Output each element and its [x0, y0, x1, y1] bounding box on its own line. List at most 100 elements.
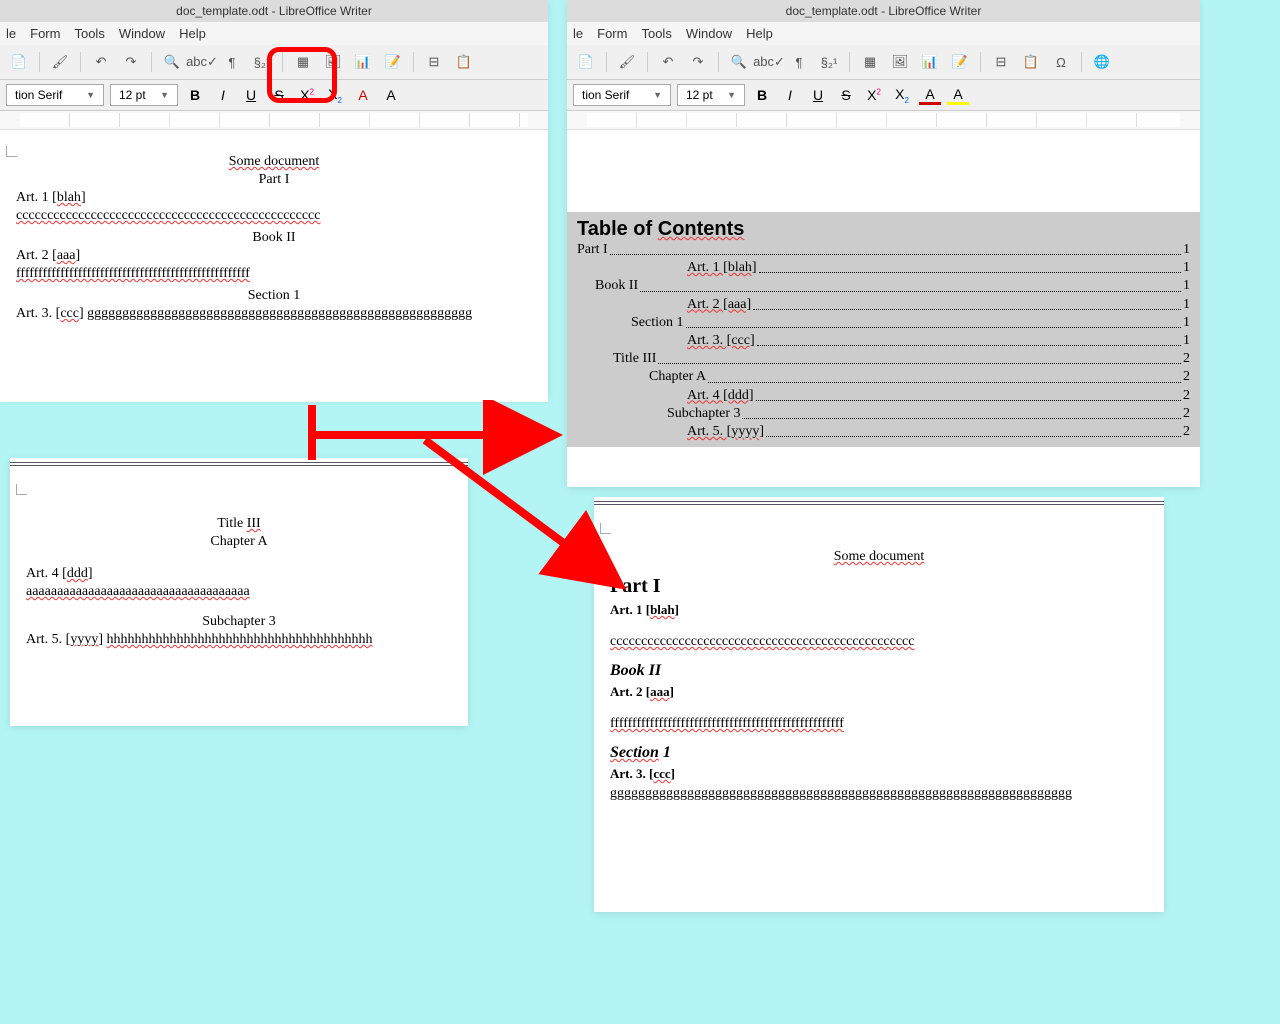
- menu-item[interactable]: Tools: [74, 26, 104, 41]
- menu-item[interactable]: Help: [746, 26, 773, 41]
- textbox-icon[interactable]: 📝: [380, 49, 406, 75]
- field-icon[interactable]: 📋: [1018, 49, 1044, 75]
- hyperlink-icon[interactable]: 🌐: [1089, 49, 1115, 75]
- pagebreak-icon[interactable]: ⊟: [988, 49, 1014, 75]
- chart-icon[interactable]: 📊: [917, 49, 943, 75]
- font-name-input[interactable]: tion Serif▼: [573, 84, 671, 106]
- clone-format-icon[interactable]: 🖌: [47, 49, 73, 75]
- italic-button[interactable]: I: [212, 87, 234, 103]
- menu-item[interactable]: Form: [30, 26, 60, 41]
- heading-book: Book II: [610, 662, 1148, 680]
- heading-part: Part I: [16, 172, 532, 188]
- body-text: aaaaaaaaaaaaaaaaaaaaaaaaaaaaaaaaaaaa: [26, 584, 452, 600]
- subscript-button[interactable]: X2: [891, 86, 913, 105]
- clone-format-icon[interactable]: 🖌: [614, 49, 640, 75]
- underline-button[interactable]: U: [240, 87, 262, 103]
- article: Art. 2 [aaa]: [16, 248, 532, 264]
- font-size-input[interactable]: 12 pt▼: [110, 84, 178, 106]
- document-page: Some document Part I Art. 1 [blah] ccccc…: [594, 517, 1164, 814]
- new-icon[interactable]: 📄: [6, 49, 32, 75]
- toc-entry[interactable]: Chapter A2: [577, 368, 1190, 386]
- article: Art. 1 [blah]: [16, 190, 532, 206]
- superscript-button[interactable]: X2: [863, 87, 885, 103]
- toc-entry[interactable]: Section 11: [577, 314, 1190, 332]
- undo-icon[interactable]: ↶: [88, 49, 114, 75]
- formatting-marks-icon[interactable]: ¶: [786, 49, 812, 75]
- chart-icon[interactable]: 📊: [350, 49, 376, 75]
- new-icon[interactable]: 📄: [573, 49, 599, 75]
- strike-button[interactable]: S: [835, 87, 857, 103]
- body-text: ffffffffffffffffffffffffffffffffffffffff…: [16, 266, 532, 282]
- body-text: ffffffffffffffffffffffffffffffffffffffff…: [610, 716, 1148, 732]
- toc-entry[interactable]: Art. 1 [blah]1: [577, 259, 1190, 277]
- font-size-input[interactable]: 12 pt▼: [677, 84, 745, 106]
- bold-button[interactable]: B: [184, 87, 206, 103]
- font-name-input[interactable]: tion Serif▼: [6, 84, 104, 106]
- toc-entry[interactable]: Art. 2 [aaa]1: [577, 296, 1190, 314]
- table-icon[interactable]: ▦: [857, 49, 883, 75]
- spellcheck-icon[interactable]: abc✓: [756, 49, 782, 75]
- toc-entry[interactable]: Book II1: [577, 277, 1190, 295]
- table-of-contents: Table of Contents Part I1Art. 1 [blah]1B…: [567, 212, 1200, 447]
- body-text: cccccccccccccccccccccccccccccccccccccccc…: [16, 208, 532, 224]
- menu-item[interactable]: le: [573, 26, 583, 41]
- article: Art. 1 [blah]: [610, 602, 1148, 618]
- chapter-numbering-icon[interactable]: §₂¹: [816, 49, 842, 75]
- pagebreak-icon[interactable]: ⊟: [421, 49, 447, 75]
- spellcheck-icon[interactable]: abc✓: [189, 49, 215, 75]
- article: Art. 3. [ccc]: [610, 766, 1148, 782]
- ruler: [567, 111, 1200, 130]
- window-after-top: doc_template.odt - LibreOffice Writer le…: [567, 0, 1200, 487]
- window-before-2: Title III Chapter A Art. 4 [ddd] aaaaaaa…: [10, 458, 468, 726]
- toc-entry[interactable]: Art. 5. [yyyy]2: [577, 423, 1190, 441]
- article: Art. 2 [aaa]: [610, 684, 1148, 700]
- italic-button[interactable]: I: [779, 87, 801, 103]
- toc-entry[interactable]: Art. 4 [ddd]2: [577, 387, 1190, 405]
- window-title: doc_template.odt - LibreOffice Writer: [0, 0, 548, 22]
- window-title: doc_template.odt - LibreOffice Writer: [567, 0, 1200, 22]
- font-color-icon[interactable]: A: [352, 87, 374, 103]
- formatting-marks-icon[interactable]: ¶: [219, 49, 245, 75]
- menu-item[interactable]: Form: [597, 26, 627, 41]
- redo-icon[interactable]: ↷: [118, 49, 144, 75]
- heading-subchapter: Subchapter 3: [26, 614, 452, 630]
- article: Art. 3. [ccc] gggggggggggggggggggggggggg…: [16, 306, 532, 322]
- highlight-icon[interactable]: A: [380, 87, 402, 103]
- menu-item[interactable]: Window: [119, 26, 165, 41]
- body-text: cccccccccccccccccccccccccccccccccccccccc…: [610, 634, 1148, 650]
- heading-section: Section 1: [610, 744, 1148, 762]
- toolbar: 📄 🖌 ↶ ↷ 🔍 abc✓ ¶ §₂¹ ▦ 🖼 📊 📝 ⊟ 📋 Ω 🌐: [567, 45, 1200, 80]
- find-icon[interactable]: 🔍: [159, 49, 185, 75]
- heading-section: Section 1: [16, 288, 532, 304]
- menu-item[interactable]: Help: [179, 26, 206, 41]
- doc-title: Some document: [610, 549, 1148, 565]
- find-icon[interactable]: 🔍: [726, 49, 752, 75]
- window-after-bottom: Some document Part I Art. 1 [blah] ccccc…: [594, 497, 1164, 912]
- field-icon[interactable]: 📋: [451, 49, 477, 75]
- menu-item[interactable]: Tools: [641, 26, 671, 41]
- menu-item[interactable]: le: [6, 26, 16, 41]
- image-icon[interactable]: 🖼: [887, 49, 913, 75]
- article: Art. 5. [yyyy] hhhhhhhhhhhhhhhhhhhhhhhhh…: [26, 632, 452, 648]
- toc-entry[interactable]: Title III2: [577, 350, 1190, 368]
- undo-icon[interactable]: ↶: [655, 49, 681, 75]
- document-page: Title III Chapter A Art. 4 [ddd] aaaaaaa…: [10, 478, 468, 660]
- highlight-icon[interactable]: A: [947, 86, 969, 105]
- underline-button[interactable]: U: [807, 87, 829, 103]
- body-text: gggggggggggggggggggggggggggggggggggggggg…: [610, 786, 1148, 802]
- doc-title: Some document: [16, 154, 532, 170]
- redo-icon[interactable]: ↷: [685, 49, 711, 75]
- bold-button[interactable]: B: [751, 87, 773, 103]
- format-bar: tion Serif▼ 12 pt▼ B I U S X2 X2 A A: [567, 80, 1200, 111]
- special-char-icon[interactable]: Ω: [1048, 49, 1074, 75]
- toc-entry[interactable]: Part I1: [577, 241, 1190, 259]
- document-page: Some document Part I Art. 1 [blah] ccccc…: [0, 142, 548, 402]
- menu-item[interactable]: Window: [686, 26, 732, 41]
- textbox-icon[interactable]: 📝: [947, 49, 973, 75]
- toc-entry[interactable]: Subchapter 32: [577, 405, 1190, 423]
- heading-title: Title III: [26, 516, 452, 532]
- font-color-icon[interactable]: A: [919, 86, 941, 105]
- article: Art. 4 [ddd]: [26, 566, 452, 582]
- toc-entry[interactable]: Art. 3. [ccc]1: [577, 332, 1190, 350]
- heading-book: Book II: [16, 230, 532, 246]
